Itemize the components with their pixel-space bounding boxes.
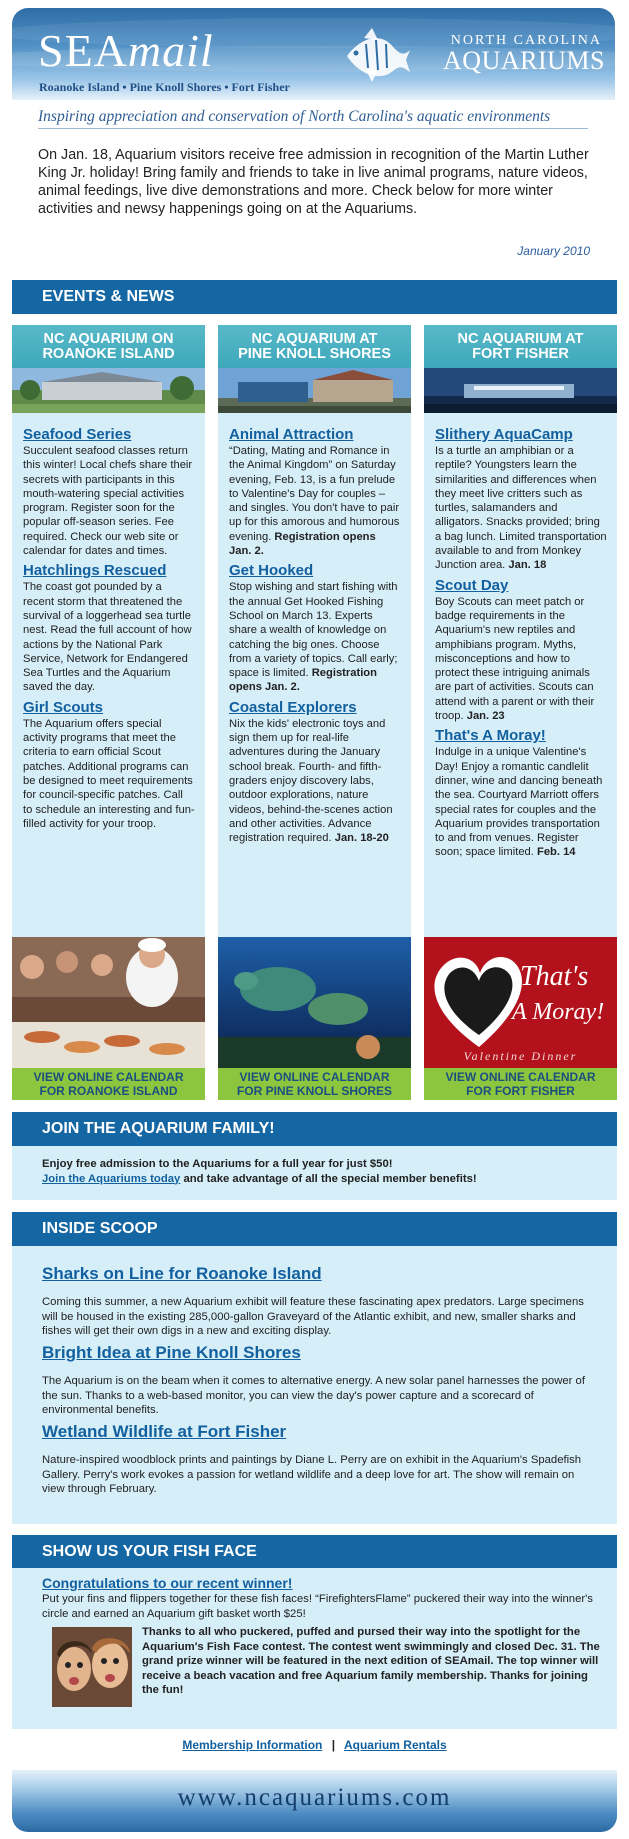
event-title-coastal-explorers[interactable]: Coastal Explorers <box>229 699 401 716</box>
event-title-scout-day[interactable]: Scout Day <box>435 577 607 594</box>
scoop-title-bright-idea[interactable]: Bright Idea at Pine Knoll Shores <box>42 1343 301 1363</box>
pine-knoll-building-photo <box>218 368 411 413</box>
seamail-logo[interactable]: SEAmail <box>38 28 214 74</box>
column-pine-knoll-shores: NC AQUARIUM AT PINE KNOLL SHORES Animal … <box>218 325 411 1100</box>
calendar-link-line1: VIEW ONLINE CALENDAR <box>445 1070 596 1084</box>
event-title-animal-attraction[interactable]: Animal Attraction <box>229 426 401 443</box>
event-text: Succulent seafood classes return this wi… <box>23 445 193 558</box>
event-title-hatchlings-rescued[interactable]: Hatchlings Rescued <box>23 562 195 579</box>
event-title-get-hooked[interactable]: Get Hooked <box>229 562 401 579</box>
footer-links: Membership Information | Aquarium Rental… <box>0 1738 629 1752</box>
event-title-girl-scouts[interactable]: Girl Scouts <box>23 699 195 716</box>
event-text: The coast got pounded by a recent storm … <box>23 581 192 694</box>
inside-scoop-heading: INSIDE SCOOP <box>12 1212 617 1246</box>
event-text: Boy Scouts can meet patch or badge requi… <box>435 595 595 723</box>
column-title-line1: NC AQUARIUM AT <box>251 331 378 347</box>
fish-face-panel: SHOW US YOUR FISH FACE Congratulations t… <box>12 1535 617 1729</box>
calendar-link-pine-knoll[interactable]: VIEW ONLINE CALENDAR FOR PINE KNOLL SHOR… <box>218 1068 411 1100</box>
fish-face-heading: SHOW US YOUR FISH FACE <box>12 1535 617 1568</box>
join-aquariums-link[interactable]: Join the Aquariums today <box>42 1173 180 1185</box>
calendar-link-fort-fisher[interactable]: VIEW ONLINE CALENDAR FOR FORT FISHER <box>424 1068 617 1100</box>
fish-face-body: Thanks to all who puckered, puffed and p… <box>142 1626 600 1696</box>
calendar-link-line2: FOR FORT FISHER <box>466 1084 575 1098</box>
column-title-line2: ROANOKE ISLAND <box>42 346 175 362</box>
locations-line: Roanoke Island • Pine Knoll Shores • For… <box>39 80 290 94</box>
column-header: NC AQUARIUM AT PINE KNOLL SHORES <box>218 325 411 368</box>
join-text: Enjoy free admission to the Aquariums fo… <box>42 1157 602 1186</box>
website-url[interactable]: www.ncaquariums.com <box>12 1784 617 1812</box>
join-line1: Enjoy free admission to the Aquariums fo… <box>42 1158 393 1170</box>
footer-separator: | <box>331 1738 336 1752</box>
event-text: Stop wishing and start fishing with the … <box>229 581 398 694</box>
fish-face-intro: Put your fins and flippers together for … <box>42 1593 593 1620</box>
scoop-title-wetland-wildlife[interactable]: Wetland Wildlife at Fort Fisher <box>42 1422 286 1442</box>
event-title-slithery-aquacamp[interactable]: Slithery AquaCamp <box>435 426 607 443</box>
column-title-line2: PINE KNOLL SHORES <box>238 346 391 362</box>
scoop-text: Nature-inspired woodblock prints and pai… <box>42 1454 582 1496</box>
calendar-link-line2: FOR PINE KNOLL SHORES <box>236 1084 393 1098</box>
scoop-text: The Aquarium is on the beam when it come… <box>42 1375 585 1417</box>
fish-face-winner-photo <box>52 1627 132 1707</box>
scoop-title-sharks[interactable]: Sharks on Line for Roanoke Island <box>42 1264 322 1284</box>
inside-scoop-panel: INSIDE SCOOP Sharks on Line for Roanoke … <box>12 1212 617 1524</box>
moray-image-title-line2: A Moray! <box>512 999 605 1025</box>
moray-image-title-line1: That's <box>520 961 589 992</box>
column-header: NC AQUARIUM AT FORT FISHER <box>424 325 617 368</box>
event-title-thats-a-moray[interactable]: That's A Moray! <box>435 727 607 744</box>
calendar-link-line1: VIEW ONLINE CALENDAR <box>239 1070 390 1084</box>
column-header: NC AQUARIUM ON ROANOKE ISLAND <box>12 325 205 368</box>
footer-banner: www.ncaquariums.com <box>12 1770 617 1832</box>
event-text: “Dating, Mating and Romance in the Anima… <box>229 445 400 558</box>
events-news-heading: EVENTS & NEWS <box>12 280 617 314</box>
thats-a-moray-valentine-image: That's A Moray! Valentine Dinner <box>424 937 617 1068</box>
column-title-line1: NC AQUARIUM ON <box>43 331 174 347</box>
event-text: Nix the kids' electronic toys and sign t… <box>229 717 393 845</box>
header-banner: SEAmail Roanoke Island • Pine Knoll Shor… <box>12 8 615 100</box>
membership-information-link[interactable]: Membership Information <box>182 1738 322 1752</box>
column-fort-fisher: NC AQUARIUM AT FORT FISHER Slithery Aqua… <box>424 325 617 1100</box>
event-text: Indulge in a unique Valentine's Day! Enj… <box>435 746 603 859</box>
column-title-line1: NC AQUARIUM AT <box>457 331 584 347</box>
calendar-link-line2: FOR ROANOKE ISLAND <box>39 1084 178 1098</box>
event-title-seafood-series[interactable]: Seafood Series <box>23 426 195 443</box>
join-panel: JOIN THE AQUARIUM FAMILY! Enjoy free adm… <box>12 1112 617 1200</box>
congrats-winner-link[interactable]: Congratulations to our recent winner! <box>42 1575 292 1591</box>
event-text: The Aquarium offers special activity pro… <box>23 717 195 830</box>
tagline-divider <box>38 128 588 129</box>
column-roanoke-island: NC AQUARIUM ON ROANOKE ISLAND Seafood Se… <box>12 325 205 1100</box>
event-text: Is a turtle an amphibian or a reptile? Y… <box>435 445 607 572</box>
angelfish-icon <box>347 28 410 82</box>
chef-seafood-photo <box>12 937 205 1068</box>
calendar-link-roanoke[interactable]: VIEW ONLINE CALENDAR FOR ROANOKE ISLAND <box>12 1068 205 1100</box>
issue-date: January 2010 <box>517 244 590 258</box>
org-name-main: AQUARIUMS <box>443 46 605 75</box>
scoop-text: Coming this summer, a new Aquarium exhib… <box>42 1296 584 1338</box>
fort-fisher-building-photo <box>424 368 617 413</box>
calendar-link-line1: VIEW ONLINE CALENDAR <box>33 1070 184 1084</box>
join-heading: JOIN THE AQUARIUM FAMILY! <box>12 1112 617 1146</box>
sea-turtle-photo <box>218 937 411 1068</box>
column-title-line2: FORT FISHER <box>472 346 569 362</box>
join-line2: and take advantage of all the special me… <box>180 1172 477 1185</box>
moray-image-subtitle: Valentine Dinner <box>463 1049 578 1063</box>
roanoke-building-photo <box>12 368 205 413</box>
logo-sea-text: SEA <box>38 25 128 76</box>
logo-mail-text: mail <box>127 25 214 76</box>
intro-paragraph: On Jan. 18, Aquarium visitors receive fr… <box>38 147 589 217</box>
tagline: Inspiring appreciation and conservation … <box>38 108 551 125</box>
newsletter-page: SEAmail Roanoke Island • Pine Knoll Shor… <box>0 0 629 1839</box>
aquarium-rentals-link[interactable]: Aquarium Rentals <box>344 1738 447 1752</box>
